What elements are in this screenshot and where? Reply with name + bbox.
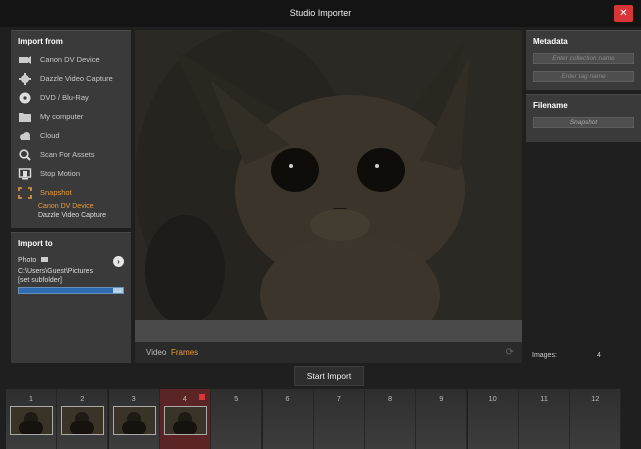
images-number: 4	[597, 352, 601, 359]
source-label: Cloud	[40, 131, 60, 140]
thumbnail-slot[interactable]: 5	[211, 389, 263, 449]
thumbnail-number: 11	[540, 394, 548, 403]
source-scan-assets[interactable]: Scan For Assets	[11, 145, 131, 164]
thumbnail-number: 7	[336, 394, 341, 403]
source-dazzle[interactable]: Dazzle Video Capture	[11, 69, 131, 88]
snapshot-icon	[18, 186, 32, 199]
start-import-button[interactable]: Start Import	[294, 366, 364, 386]
capture-card-icon	[18, 72, 32, 85]
source-label: My computer	[40, 112, 84, 121]
window-title: Studio Importer	[289, 8, 352, 18]
tab-frames[interactable]: Frames	[171, 348, 198, 357]
cloud-icon	[18, 130, 32, 142]
source-canon-dv[interactable]: Canon DV Device	[11, 50, 131, 69]
thumbnail-slot[interactable]: 7	[313, 389, 365, 449]
source-label: Dazzle Video Capture	[40, 74, 113, 83]
title-bar: Studio Importer ✕	[0, 0, 641, 27]
thumbnail-slot[interactable]: 8	[365, 389, 417, 449]
import-from-panel: Import from Canon DV Device Dazzle Video…	[11, 30, 131, 228]
folder-small-icon	[41, 257, 49, 263]
thumbnail-number: 3	[131, 394, 136, 403]
thumbnail-slot[interactable]: 2	[57, 389, 109, 449]
thumbnail-slot[interactable]: 4	[159, 389, 211, 449]
preview-pane	[135, 30, 522, 320]
source-label: Canon DV Device	[40, 55, 100, 64]
filename-panel: Filename Snapshot	[526, 94, 641, 142]
camcorder-icon	[18, 54, 32, 66]
folder-icon	[18, 111, 32, 123]
thumbnail-slot[interactable]: 12	[570, 389, 622, 449]
disc-icon	[18, 92, 32, 104]
thumbnail-slot[interactable]: 10	[467, 389, 519, 449]
close-button[interactable]: ✕	[614, 5, 633, 22]
magnifier-icon	[18, 148, 32, 161]
source-label: Snapshot	[40, 188, 72, 197]
thumbnail-number: 6	[285, 394, 290, 403]
browse-arrow-button[interactable]: ›	[113, 256, 124, 267]
disk-space-fill	[19, 288, 113, 293]
thumbnail-image[interactable]	[61, 406, 105, 435]
thumbnail-slot[interactable]: 11	[519, 389, 570, 449]
disk-space-label: .....	[114, 288, 121, 294]
thumbnail-strip: 1 2 3 4 5 6 7 8 9 10 11 12	[6, 389, 641, 449]
thumbnail-number: 2	[80, 394, 85, 403]
filename-heading: Filename	[533, 101, 568, 110]
repeat-icon[interactable]: ⟳	[506, 347, 514, 358]
thumbnail-number: 12	[591, 394, 600, 403]
source-label: Stop Motion	[40, 169, 81, 178]
set-subfolder-link[interactable]: [set subfolder]	[18, 277, 124, 286]
thumbnail-slot[interactable]: 1	[6, 389, 57, 449]
source-dvd[interactable]: DVD / Blu-Ray	[11, 88, 131, 107]
source-label: Scan For Assets	[40, 150, 95, 159]
tab-video[interactable]: Video	[146, 348, 166, 357]
source-stop-motion[interactable]: Stop Motion	[11, 164, 131, 183]
thumbnail-number: 1	[28, 394, 34, 403]
snapshot-device-canon[interactable]: Canon DV Device	[38, 202, 131, 211]
tag-name-input[interactable]: Enter tag name	[533, 71, 634, 82]
mode-bar: Video Frames ⟳	[135, 342, 522, 363]
thumbnail-image[interactable]	[163, 406, 207, 435]
images-label: Images:	[532, 352, 557, 359]
destination-type: Photo	[18, 257, 37, 265]
metadata-heading: Metadata	[533, 37, 568, 46]
snapshot-device-dazzle[interactable]: Dazzle Video Capture	[38, 211, 131, 220]
live-preview-image	[135, 30, 522, 320]
collection-name-input[interactable]: Enter collection name	[533, 53, 634, 64]
thumbnail-slot[interactable]: 3	[108, 389, 160, 449]
delete-thumbnail-icon[interactable]	[198, 394, 205, 400]
thumbnail-slot[interactable]: 9	[416, 389, 468, 449]
import-to-panel: Import to Photo › C:\Users\Guest\Picture…	[11, 232, 131, 363]
thumbnail-number: 8	[388, 394, 393, 403]
thumbnail-number: 9	[439, 394, 444, 403]
thumbnail-number: 5	[234, 394, 239, 403]
source-snapshot[interactable]: Snapshot	[11, 183, 131, 202]
disk-space-bar: .....	[18, 287, 124, 294]
destination-path: C:\Users\Guest\Pictures	[18, 268, 94, 275]
thumbnail-image[interactable]	[112, 406, 156, 435]
destination: Photo › C:\Users\Guest\Pictures [set sub…	[11, 252, 131, 298]
import-from-heading: Import from	[18, 37, 63, 46]
thumbnail-number: 10	[488, 394, 497, 403]
thumbnail-image[interactable]	[10, 406, 53, 435]
import-to-heading: Import to	[18, 239, 53, 248]
images-count: Images: 4	[532, 352, 632, 359]
filename-input[interactable]: Snapshot	[533, 117, 634, 128]
source-my-computer[interactable]: My computer	[11, 107, 131, 126]
thumbnail-slot[interactable]: 6	[262, 389, 314, 449]
preview-strip	[135, 320, 522, 342]
source-cloud[interactable]: Cloud	[11, 126, 131, 145]
metadata-panel: Metadata Enter collection name Enter tag…	[526, 30, 641, 90]
stop-motion-icon	[18, 167, 32, 180]
source-label: DVD / Blu-Ray	[40, 93, 89, 102]
